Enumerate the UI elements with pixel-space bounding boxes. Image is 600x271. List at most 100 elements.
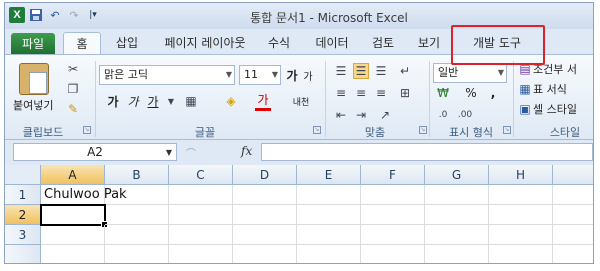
table-format-icon[interactable]: ▦ [517,81,533,97]
paste-icon[interactable] [19,63,49,95]
underline-button[interactable]: 가 [145,91,161,111]
align-left-icon[interactable]: ≡ [333,85,349,101]
decrease-indent-icon[interactable]: ⇤ [333,107,349,123]
cell-h3[interactable] [489,225,553,245]
cell-i1[interactable] [553,185,593,205]
column-header-g[interactable]: G [425,165,489,185]
column-header-h[interactable]: H [489,165,553,185]
fill-color-icon[interactable]: ◈ [223,93,239,109]
row-header-4[interactable] [5,245,41,263]
cell-i3[interactable] [553,225,593,245]
alignment-launcher-icon[interactable]: ↘ [419,126,427,134]
cell-c2[interactable] [169,205,233,225]
grow-font-button[interactable]: 가 [285,65,299,85]
cell-e3[interactable] [297,225,361,245]
align-top-icon[interactable]: ☰ [333,63,349,79]
cell-d2[interactable] [233,205,297,225]
formula-input[interactable] [261,143,593,161]
column-header-e[interactable]: E [297,165,361,185]
tab-data[interactable]: 데이터 [309,32,355,54]
cell-c3[interactable] [169,225,233,245]
shrink-font-button[interactable]: 가 [301,65,315,85]
cell-g4[interactable] [425,245,489,263]
cell-g3[interactable] [425,225,489,245]
cell-c1[interactable] [169,185,233,205]
cut-icon[interactable]: ✂ [65,61,81,77]
cell-h1[interactable] [489,185,553,205]
chevron-down-icon[interactable]: ▼ [226,66,232,84]
cell-h2[interactable] [489,205,553,225]
font-size-combo[interactable]: 11 ▼ [239,65,281,85]
row-header-2[interactable]: 2 [5,205,41,225]
cell-styles-icon[interactable]: ▣ [517,101,533,117]
wrap-text-icon[interactable]: ↵ [397,63,413,79]
column-header-a[interactable]: A [41,165,105,185]
currency-icon[interactable]: ₩ [435,85,451,101]
comma-button[interactable]: , [487,83,499,103]
font-color-button[interactable]: 가 [255,91,271,111]
phonetic-button[interactable]: 내천 [289,91,313,111]
column-header-d[interactable]: D [233,165,297,185]
increase-decimal-icon[interactable]: .0 [435,107,451,123]
cell-e2[interactable] [297,205,361,225]
cell-d1[interactable] [233,185,297,205]
align-center-icon[interactable]: ≡ [353,85,369,101]
orientation-icon[interactable]: ↗ [377,107,393,123]
align-middle-icon[interactable]: ☰ [353,63,369,79]
font-launcher-icon[interactable]: ↘ [313,126,321,134]
cell-a2-active[interactable] [40,204,108,228]
cell-b3[interactable] [105,225,169,245]
formula-expand-icon[interactable]: ⌒ [183,144,199,160]
row-header-3[interactable]: 3 [5,225,41,245]
format-painter-icon[interactable]: ✎ [65,101,81,117]
cell-i4[interactable] [553,245,593,263]
cell-g1[interactable] [425,185,489,205]
select-all-corner[interactable] [5,165,41,185]
cell-a3[interactable] [41,225,105,245]
cell-i2[interactable] [553,205,593,225]
decrease-decimal-icon[interactable]: .00 [457,107,473,123]
clipboard-launcher-icon[interactable]: ↘ [83,126,91,134]
number-format-combo[interactable]: 일반 ▼ [433,63,507,83]
percent-button[interactable]: % [463,83,479,103]
cell-b1[interactable] [105,185,169,205]
paste-button[interactable]: 붙여넣기 [13,97,53,113]
cell-a1[interactable]: Chulwoo Pak [41,185,127,205]
cell-styles-button[interactable]: 셀 스타일 [533,99,593,119]
tab-file[interactable]: 파일 [11,33,55,55]
column-header-f[interactable]: F [361,165,425,185]
name-box[interactable]: A2 ▼ [13,143,177,161]
cell-f3[interactable] [361,225,425,245]
chevron-down-icon[interactable]: ▼ [498,64,504,82]
align-bottom-icon[interactable]: ☰ [373,63,389,79]
align-right-icon[interactable]: ≡ [373,85,389,101]
cell-d3[interactable] [233,225,297,245]
merge-center-icon[interactable]: ⊞ [397,85,413,101]
tab-page-layout[interactable]: 페이지 레이아웃 [155,32,255,54]
chevron-down-icon[interactable]: ▼ [166,145,172,161]
column-header-b[interactable]: B [105,165,169,185]
borders-icon[interactable]: ▦ [183,93,199,109]
tab-formulas[interactable]: 수식 [261,32,297,54]
cell-c4[interactable] [169,245,233,263]
number-launcher-icon[interactable]: ↘ [503,126,511,134]
cell-f4[interactable] [361,245,425,263]
column-header-i[interactable] [553,165,593,185]
cell-h4[interactable] [489,245,553,263]
cell-e4[interactable] [297,245,361,263]
column-header-c[interactable]: C [169,165,233,185]
italic-button[interactable]: 가 [125,91,141,111]
cell-a4[interactable] [41,245,105,263]
tab-insert[interactable]: 삽입 [109,32,145,54]
cell-b2[interactable] [105,205,169,225]
increase-indent-icon[interactable]: ⇥ [353,107,369,123]
tab-view[interactable]: 보기 [411,32,447,54]
font-name-combo[interactable]: 맑은 고딕 ▼ [99,65,235,85]
copy-icon[interactable]: ❐ [65,81,81,97]
cell-g2[interactable] [425,205,489,225]
row-header-1[interactable]: 1 [5,185,41,205]
chevron-down-icon[interactable]: ▼ [163,93,179,109]
tab-review[interactable]: 검토 [365,32,401,54]
insert-function-button[interactable]: fx [241,144,252,158]
cell-e1[interactable] [297,185,361,205]
